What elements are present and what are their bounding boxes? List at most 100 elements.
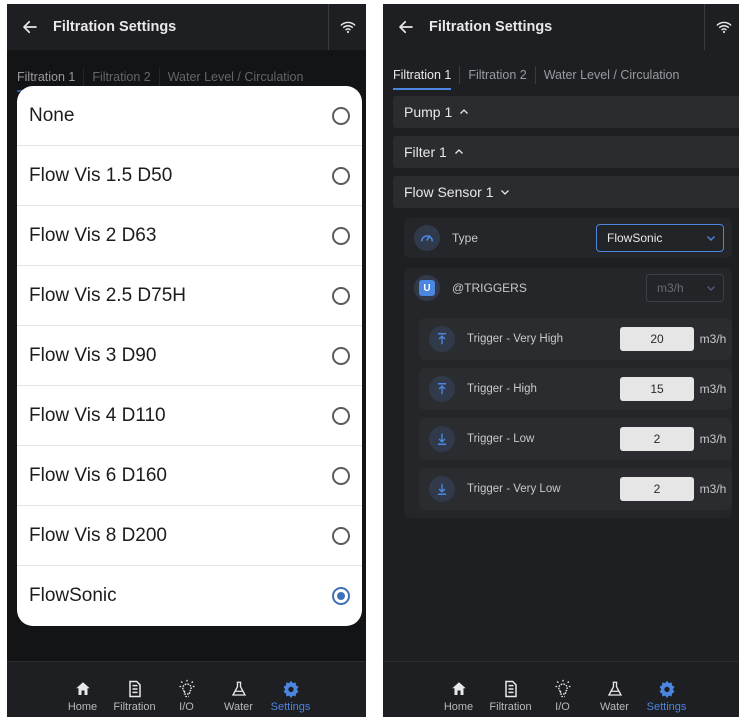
nav-io[interactable]: I/O [161, 677, 213, 713]
arrow-left-icon [23, 20, 37, 34]
option-label: FlowSonic [29, 585, 117, 606]
app-header: Filtration Settings [383, 4, 739, 50]
nav-label: Home [67, 701, 98, 713]
trigger-unit: m3/h [699, 332, 727, 346]
arrow-up-to-line-icon [429, 376, 455, 402]
nav-settings[interactable]: Settings [265, 677, 317, 713]
nav-label: Home [443, 701, 474, 713]
nav-water[interactable]: Water [589, 677, 641, 713]
trigger-low-row: Trigger - Low 2 m3/h [419, 418, 732, 460]
nav-settings[interactable]: Settings [641, 677, 693, 713]
page-title: Filtration Settings [429, 19, 553, 35]
option-flow-vis-8-d200[interactable]: Flow Vis 8 D200 [17, 506, 362, 566]
nav-label: I/O [555, 701, 570, 713]
nav-label: Water [600, 701, 629, 713]
gear-icon [283, 680, 298, 699]
nav-label: Settings [646, 701, 687, 713]
option-flowsonic[interactable]: FlowSonic [17, 566, 362, 626]
radio-button[interactable] [332, 166, 350, 185]
wifi-icon [716, 21, 731, 34]
nav-filtration[interactable]: Filtration [485, 677, 537, 713]
filtration-icon [504, 680, 517, 698]
phone-screen-picker: Filtration Settings Filtration 1 Filtrat… [7, 4, 366, 717]
trigger-value-input[interactable]: 20 [620, 327, 694, 351]
wifi-status [704, 4, 739, 50]
trigger-unit: m3/h [699, 482, 727, 496]
home-icon [451, 682, 466, 695]
phone-screen-settings: Filtration Settings Filtration 1 Filtrat… [383, 4, 739, 717]
sensor-type-row: Type FlowSonic [404, 218, 732, 258]
option-label: None [29, 104, 75, 126]
radio-button[interactable] [332, 526, 350, 545]
radio-button[interactable] [332, 226, 350, 245]
tab-water-level-circulation[interactable]: Water Level / Circulation [534, 66, 688, 84]
section-pump-1[interactable]: Pump 1 [393, 96, 739, 128]
option-flow-vis-3-d90[interactable]: Flow Vis 3 D90 [17, 326, 362, 386]
option-flow-vis-2-5-d75h[interactable]: Flow Vis 2.5 D75H [17, 266, 362, 326]
chevron-down-icon [707, 286, 715, 291]
nav-home[interactable]: Home [57, 677, 109, 713]
radio-button[interactable] [332, 466, 350, 485]
section-label: Flow Sensor 1 [404, 184, 494, 200]
chevron-down-icon [501, 190, 510, 195]
back-button[interactable] [7, 4, 53, 50]
lightbulb-icon [555, 679, 570, 698]
arrow-down-to-line-icon [429, 476, 455, 502]
option-flow-vis-4-d110[interactable]: Flow Vis 4 D110 [17, 386, 362, 446]
nav-label: Filtration [113, 701, 156, 713]
triggers-icon: U [414, 275, 440, 301]
option-flow-vis-1-5-d50[interactable]: Flow Vis 1.5 D50 [17, 146, 362, 206]
trigger-unit: m3/h [699, 432, 727, 446]
radio-button[interactable] [332, 346, 350, 365]
option-label: Flow Vis 6 D160 [29, 464, 167, 486]
nav-label: Water [224, 701, 253, 713]
type-select-value: FlowSonic [607, 231, 663, 245]
option-label: Flow Vis 4 D110 [29, 404, 166, 426]
section-flow-sensor-1[interactable]: Flow Sensor 1 [393, 176, 739, 208]
filtration-icon [128, 680, 141, 698]
option-none[interactable]: None [17, 86, 362, 146]
radio-button[interactable] [332, 106, 350, 125]
trigger-value-input[interactable]: 15 [620, 377, 694, 401]
triggers-unit-value: m3/h [657, 281, 684, 295]
section-filter-1[interactable]: Filter 1 [393, 136, 739, 168]
type-select[interactable]: FlowSonic [596, 224, 724, 252]
unit-badge: U [419, 280, 435, 296]
trigger-value-input[interactable]: 2 [620, 427, 694, 451]
radio-button[interactable] [332, 406, 350, 425]
app-header: Filtration Settings [7, 4, 366, 50]
option-label: Flow Vis 1.5 D50 [29, 164, 173, 186]
triggers-unit-select: m3/h [646, 274, 724, 302]
option-label: Flow Vis 8 D200 [29, 524, 167, 546]
wifi-status [328, 4, 366, 50]
flask-icon [607, 681, 622, 696]
nav-label: Filtration [489, 701, 532, 713]
gear-icon [659, 680, 674, 699]
option-flow-vis-6-d160[interactable]: Flow Vis 6 D160 [17, 446, 362, 506]
page-title: Filtration Settings [53, 19, 177, 35]
section-label: Pump 1 [404, 104, 453, 120]
type-label: Type [452, 231, 479, 245]
nav-home[interactable]: Home [433, 677, 485, 713]
nav-filtration[interactable]: Filtration [109, 677, 161, 713]
bottom-navigation: Home Filtration I/O Water Settings [7, 661, 366, 717]
option-label: Flow Vis 3 D90 [29, 344, 157, 366]
option-label: Flow Vis 2 D63 [29, 224, 157, 246]
radio-button[interactable] [332, 286, 350, 305]
nav-label: I/O [179, 701, 194, 713]
tab-filtration-1[interactable]: Filtration 1 [393, 66, 459, 90]
trigger-label: Trigger - High [467, 383, 537, 395]
nav-water[interactable]: Water [213, 677, 265, 713]
trigger-very-high-row: Trigger - Very High 20 m3/h [419, 318, 732, 360]
back-button[interactable] [383, 4, 429, 50]
arrow-up-to-line-icon [429, 326, 455, 352]
nav-io[interactable]: I/O [537, 677, 589, 713]
trigger-value-input[interactable]: 2 [620, 477, 694, 501]
option-label: Flow Vis 2.5 D75H [29, 284, 186, 306]
tab-filtration-2[interactable]: Filtration 2 [459, 66, 534, 84]
trigger-label: Trigger - Very Low [467, 483, 561, 495]
wifi-icon [340, 21, 355, 34]
bottom-navigation: Home Filtration I/O Water Settings [383, 661, 739, 717]
radio-button-selected[interactable] [332, 587, 350, 605]
option-flow-vis-2-d63[interactable]: Flow Vis 2 D63 [17, 206, 362, 266]
